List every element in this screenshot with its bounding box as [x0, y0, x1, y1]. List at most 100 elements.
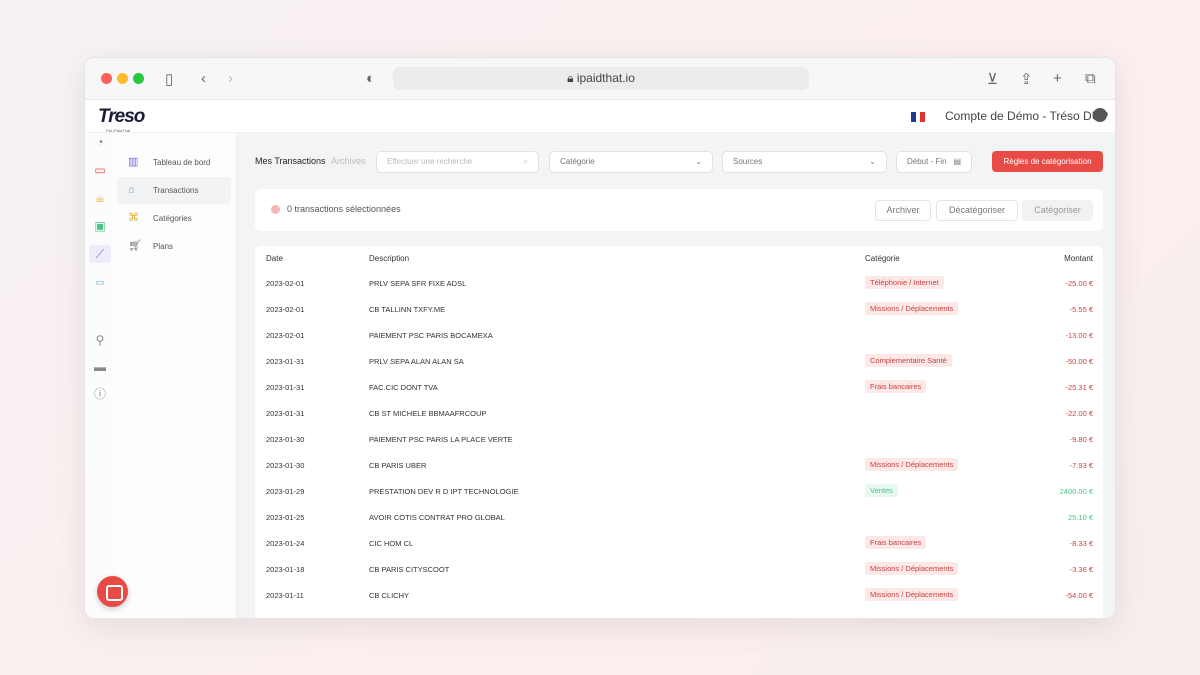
row-description: PRESTATION DEV R D IPT TECHNOLOGIE — [369, 487, 519, 496]
column-header-description[interactable]: Description — [369, 254, 409, 263]
analytics-chart-icon[interactable]: ⟋ — [89, 245, 111, 263]
logo-text: Treso — [98, 106, 145, 127]
credit-card-icon[interactable]: ▬ — [91, 358, 109, 376]
search-input[interactable]: Effectuer une recherche ⌕ — [376, 151, 539, 173]
table-row[interactable]: 2023-01-24 CIC HOM CL Frais bancaires -8… — [255, 531, 1103, 557]
row-date: 2023-01-31 — [266, 409, 305, 418]
browser-toolbar: ▯ ‹ › ◐ 🔒︎ ipaidthat.io ⊻ ⇪ + ⧉ — [85, 58, 1115, 100]
uncategorize-button[interactable]: Décatégoriser — [936, 200, 1018, 221]
dashboard-gauge-icon[interactable]: ◔ — [91, 133, 109, 151]
table-row[interactable]: 2023-02-01 CB TALLINN TXFY.ME Missions /… — [255, 297, 1103, 323]
category-badge[interactable]: Téléphonie / Internet — [865, 276, 944, 289]
search-icon: ⌕ — [523, 157, 528, 166]
shield-icon[interactable]: ◐ — [366, 70, 375, 87]
french-flag-icon[interactable] — [911, 112, 926, 122]
sidebar-toggle-icon[interactable]: ▯ — [165, 70, 173, 88]
row-amount: -5.55 € — [1069, 305, 1093, 314]
row-date: 2023-01-29 — [266, 487, 305, 496]
sidebar: ▥ Tableau de bord ⌂ Transactions ⌘ Catégori… — [115, 133, 237, 618]
archive-button[interactable]: Archiver — [875, 200, 931, 221]
zoom-window-button[interactable] — [133, 73, 144, 84]
category-select[interactable]: Catégorie ⌄ — [549, 151, 713, 173]
categorize-button[interactable]: Catégoriser — [1022, 200, 1093, 221]
row-description: AVOIR COTIS CONTRAT PRO GLOBAL — [369, 513, 505, 522]
category-badge[interactable]: Frais bancaires — [865, 380, 927, 393]
category-badge[interactable]: Missions / Déplacements — [865, 302, 959, 315]
row-description: PAIEMENT PSC PARIS LA PLACE VERTE — [369, 435, 513, 444]
sidebar-item-label: Catégories — [153, 214, 192, 223]
download-icon[interactable]: ⊻ — [987, 70, 998, 88]
row-description: CB TALLINN TXFY.ME — [369, 305, 446, 314]
sidebar-item-categories[interactable]: ⌘ Catégories — [117, 205, 231, 232]
folder-icon[interactable]: ▭ — [91, 161, 109, 179]
row-description: CIC HOM CL — [369, 539, 414, 548]
tab-archives[interactable]: Archives — [331, 156, 366, 166]
ticket-icon[interactable]: ▭ — [91, 273, 109, 291]
row-amount: -54.00 € — [1065, 591, 1093, 600]
category-badge[interactable]: Missions / Déplacements — [865, 588, 959, 601]
category-badge[interactable]: Missions / Déplacements — [865, 458, 959, 471]
chat-support-button[interactable] — [97, 576, 128, 607]
category-badge[interactable]: Complementaire Santé — [865, 354, 952, 367]
coffee-icon[interactable]: ☕︎ — [91, 189, 109, 207]
cart-icon: 🛒︎ — [128, 240, 142, 252]
row-date: 2023-01-31 — [266, 357, 305, 366]
column-header-amount[interactable]: Montant — [1064, 254, 1093, 263]
sidebar-item-label: Plans — [153, 242, 174, 251]
search-placeholder: Effectuer une recherche — [387, 157, 473, 166]
row-description: CB CLICHY — [369, 591, 410, 600]
table-row[interactable]: 2023-01-31 PRLV SEPA ALAN ALAN SA Comple… — [255, 349, 1103, 375]
tabs-overview-icon[interactable]: ⧉ — [1085, 70, 1096, 87]
close-window-button[interactable] — [101, 73, 112, 84]
row-date: 2023-01-18 — [266, 565, 305, 574]
category-badge[interactable]: Missions / Déplacements — [865, 562, 959, 575]
sidebar-item-plans[interactable]: 🛒︎ Plans — [117, 233, 231, 260]
icon-rail: ◔ ▭ ☕︎ ▣ ⟋ ▭ ⚲ ▬ ⓘ — [85, 133, 115, 618]
wrench-icon[interactable]: ⚲ — [91, 331, 109, 349]
row-date: 2023-01-25 — [266, 513, 305, 522]
category-badge[interactable]: Ventes — [865, 484, 898, 497]
tab-mes-transactions[interactable]: Mes Transactions — [255, 156, 326, 166]
table-row[interactable]: 2023-01-29 PRESTATION DEV R D IPT TECHNO… — [255, 479, 1103, 505]
sidebar-item-tableau-de-bord[interactable]: ▥ Tableau de bord — [117, 149, 231, 176]
forward-icon[interactable]: › — [228, 70, 233, 87]
row-date: 2023-01-09 — [266, 617, 304, 618]
account-name[interactable]: Compte de Démo - Tréso DUP — [945, 109, 1108, 123]
minimize-window-button[interactable] — [117, 73, 128, 84]
row-description: CB PARIS CITYSCOOT — [369, 565, 450, 574]
table-row[interactable]: 2023-01-25 AVOIR COTIS CONTRAT PRO GLOBA… — [255, 505, 1103, 531]
row-amount: -3.36 € — [1069, 565, 1093, 574]
help-icon[interactable]: ⓘ — [91, 385, 109, 403]
table-row[interactable]: 2023-01-09 PAIEMENT PSC PARIS BOCAMEXA -… — [255, 609, 1103, 618]
back-icon[interactable]: ‹ — [201, 70, 206, 87]
date-range-picker[interactable]: Début - Fin ▤ — [896, 151, 972, 173]
share-icon[interactable]: ⇪ — [1020, 70, 1033, 88]
home-icon: ⌂ — [128, 184, 135, 196]
sources-select-value: Sources — [733, 157, 763, 166]
table-row[interactable]: 2023-01-30 CB PARIS UBER Missions / Dépl… — [255, 453, 1103, 479]
row-amount: -22.00 € — [1065, 409, 1093, 418]
table-row[interactable]: 2023-02-01 PRLV SEPA SFR FIXE ADSL Télép… — [255, 271, 1103, 297]
new-tab-icon[interactable]: + — [1053, 70, 1062, 87]
table-row[interactable]: 2023-01-11 CB CLICHY Missions / Déplacem… — [255, 583, 1103, 609]
sources-select[interactable]: Sources ⌄ — [722, 151, 887, 173]
sidebar-item-label: Tableau de bord — [153, 158, 211, 167]
row-amount: -25.00 € — [1065, 279, 1093, 288]
selection-bar: 0 transactions sélectionnées Archiver Dé… — [255, 189, 1103, 231]
column-header-date[interactable]: Date — [266, 254, 283, 263]
category-badge[interactable]: Frais bancaires — [865, 536, 927, 549]
address-bar[interactable]: 🔒︎ ipaidthat.io — [393, 67, 809, 90]
table-row[interactable]: 2023-01-31 FAC.CIC DONT TVA Frais bancai… — [255, 375, 1103, 401]
user-avatar-icon[interactable] — [1093, 108, 1107, 122]
row-amount: -7.93 € — [1069, 461, 1093, 470]
treso-logo[interactable]: Treso Par iPaidThat — [98, 106, 145, 133]
table-row[interactable]: 2023-01-31 CB ST MICHELE BBMAAFRCOUP -22… — [255, 401, 1103, 427]
sidebar-item-transactions[interactable]: ⌂ Transactions — [117, 177, 231, 204]
table-row[interactable]: 2023-01-30 PAIEMENT PSC PARIS LA PLACE V… — [255, 427, 1103, 453]
row-description: CB PARIS UBER — [369, 461, 427, 470]
column-header-category[interactable]: Catégorie — [865, 254, 900, 263]
table-row[interactable]: 2023-02-01 PAIEMENT PSC PARIS BOCAMEXA -… — [255, 323, 1103, 349]
table-row[interactable]: 2023-01-18 CB PARIS CITYSCOOT Missions /… — [255, 557, 1103, 583]
categorization-rules-button[interactable]: Règles de catégorisation — [992, 151, 1103, 172]
archive-box-icon[interactable]: ▣ — [91, 217, 109, 235]
